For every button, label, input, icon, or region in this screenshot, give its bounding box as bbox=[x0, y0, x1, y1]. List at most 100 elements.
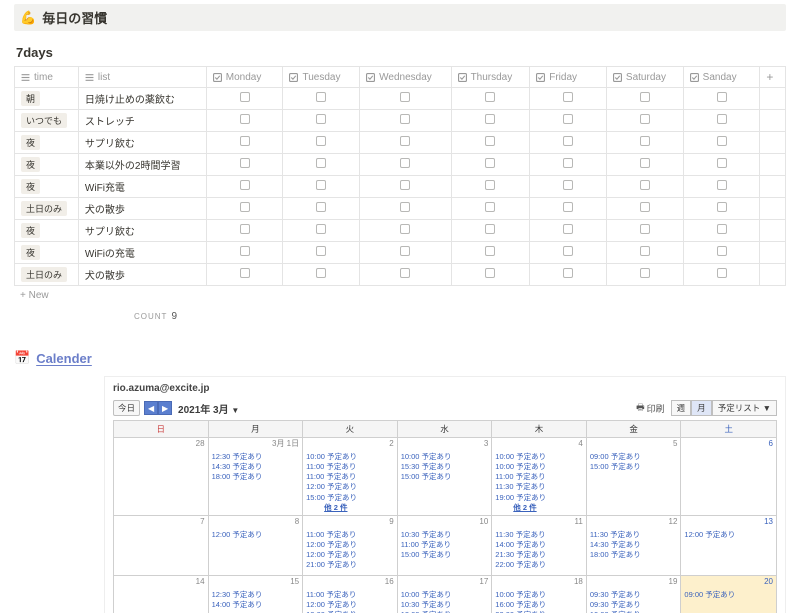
calendar-event[interactable]: 11:00 予定あり bbox=[401, 540, 489, 550]
tab-month[interactable]: 月 bbox=[691, 400, 712, 416]
checkbox[interactable] bbox=[563, 202, 573, 212]
checkbox[interactable] bbox=[640, 158, 650, 168]
calendar-event[interactable]: 14:30 予定あり bbox=[212, 462, 300, 472]
calendar-link[interactable]: Calender bbox=[36, 351, 92, 366]
checkbox[interactable] bbox=[400, 224, 410, 234]
tab-week[interactable]: 週 bbox=[671, 400, 692, 416]
calendar-event[interactable]: 21:00 予定あり bbox=[306, 560, 394, 570]
checkbox[interactable] bbox=[316, 114, 326, 124]
calendar-cell[interactable]: 1010:30 予定あり11:00 予定あり15:00 予定あり bbox=[398, 516, 493, 576]
checkbox[interactable] bbox=[485, 202, 495, 212]
checkbox[interactable] bbox=[717, 202, 727, 212]
checkbox[interactable] bbox=[240, 268, 250, 278]
add-column-button[interactable]: + bbox=[760, 67, 786, 88]
checkbox[interactable] bbox=[640, 114, 650, 124]
calendar-cell[interactable]: 210:00 予定あり11:00 予定あり11:00 予定あり12:00 予定あ… bbox=[303, 438, 398, 516]
calendar-cell[interactable]: 310:00 予定あり15:30 予定あり15:00 予定あり bbox=[398, 438, 493, 516]
calendar-cell[interactable]: 1312:00 予定あり bbox=[681, 516, 776, 576]
calendar-cell[interactable]: 1211:30 予定あり14:30 予定あり18:00 予定あり bbox=[587, 516, 682, 576]
more-events-link[interactable]: 他 2 件 bbox=[324, 503, 394, 513]
checkbox[interactable] bbox=[400, 180, 410, 190]
checkbox[interactable] bbox=[400, 136, 410, 146]
checkbox[interactable] bbox=[400, 158, 410, 168]
more-events-link[interactable]: 他 2 件 bbox=[513, 503, 583, 513]
calendar-cell[interactable]: 1111:30 予定あり14:00 予定あり21:30 予定あり22:00 予定… bbox=[492, 516, 587, 576]
calendar-cell[interactable]: 1710:00 予定あり10:30 予定あり12:00 予定あり15:00 予定… bbox=[398, 576, 493, 613]
calendar-event[interactable]: 21:30 予定あり bbox=[495, 550, 583, 560]
calendar-event[interactable]: 22:00 予定あり bbox=[495, 560, 583, 570]
checkbox[interactable] bbox=[240, 114, 250, 124]
checkbox[interactable] bbox=[316, 180, 326, 190]
calendar-cell[interactable]: 1810:00 予定あり16:00 予定あり22:00 予定あり bbox=[492, 576, 587, 613]
checkbox[interactable] bbox=[240, 158, 250, 168]
calendar-event[interactable]: 11:30 予定あり bbox=[495, 482, 583, 492]
calendar-cell[interactable]: 1611:00 予定あり12:00 予定あり12:00 予定あり15:30 予定… bbox=[303, 576, 398, 613]
calendar-event[interactable]: 10:30 予定あり bbox=[401, 600, 489, 610]
checkbox[interactable] bbox=[400, 202, 410, 212]
calendar-event[interactable]: 10:00 予定あり bbox=[401, 590, 489, 600]
table-row[interactable]: 夜本業以外の2時間学習 bbox=[15, 154, 786, 176]
checkbox[interactable] bbox=[640, 202, 650, 212]
calendar-cell[interactable]: 1909:30 予定あり09:30 予定あり10:00 予定あり10:00 予定… bbox=[587, 576, 682, 613]
calendar-cell[interactable]: 812:00 予定あり bbox=[209, 516, 304, 576]
tab-list[interactable]: 予定リスト ▼ bbox=[712, 400, 777, 416]
checkbox[interactable] bbox=[485, 114, 495, 124]
calendar-event[interactable]: 14:00 予定あり bbox=[212, 600, 300, 610]
checkbox[interactable] bbox=[400, 114, 410, 124]
new-row-button[interactable]: + New bbox=[14, 286, 786, 305]
calendar-event[interactable]: 12:00 予定あり bbox=[684, 530, 773, 540]
calendar-event[interactable]: 19:00 予定あり bbox=[495, 493, 583, 503]
calendar-event[interactable]: 15:30 予定あり bbox=[401, 462, 489, 472]
checkbox[interactable] bbox=[717, 180, 727, 190]
calendar-event[interactable]: 11:00 予定あり bbox=[495, 472, 583, 482]
checkbox[interactable] bbox=[563, 114, 573, 124]
checkbox[interactable] bbox=[563, 268, 573, 278]
table-row[interactable]: 朝日焼け止めの薬飲む bbox=[15, 88, 786, 110]
checkbox[interactable] bbox=[563, 92, 573, 102]
checkbox[interactable] bbox=[316, 136, 326, 146]
checkbox[interactable] bbox=[485, 246, 495, 256]
calendar-event[interactable]: 10:00 予定あり bbox=[495, 452, 583, 462]
calendar-event[interactable]: 11:30 予定あり bbox=[590, 530, 678, 540]
checkbox[interactable] bbox=[485, 136, 495, 146]
checkbox[interactable] bbox=[485, 158, 495, 168]
checkbox[interactable] bbox=[240, 202, 250, 212]
checkbox[interactable] bbox=[717, 114, 727, 124]
calendar-cell[interactable]: 2009:00 予定あり bbox=[681, 576, 776, 613]
calendar-event[interactable]: 09:00 予定あり bbox=[684, 590, 773, 600]
calendar-event[interactable]: 18:00 予定あり bbox=[212, 472, 300, 482]
checkbox[interactable] bbox=[563, 158, 573, 168]
checkbox[interactable] bbox=[316, 268, 326, 278]
checkbox[interactable] bbox=[316, 202, 326, 212]
checkbox[interactable] bbox=[400, 268, 410, 278]
calendar-event[interactable]: 10:00 予定あり bbox=[401, 452, 489, 462]
calendar-event[interactable]: 16:00 予定あり bbox=[495, 600, 583, 610]
calendar-event[interactable]: 12:30 予定あり bbox=[212, 590, 300, 600]
calendar-event[interactable]: 18:00 予定あり bbox=[590, 550, 678, 560]
checkbox[interactable] bbox=[640, 224, 650, 234]
checkbox[interactable] bbox=[316, 92, 326, 102]
calendar-event[interactable]: 15:00 予定あり bbox=[401, 550, 489, 560]
calendar-cell[interactable]: 14 bbox=[114, 576, 209, 613]
checkbox[interactable] bbox=[563, 246, 573, 256]
checkbox[interactable] bbox=[717, 224, 727, 234]
calendar-cell[interactable]: 3月 1日12:30 予定あり14:30 予定あり18:00 予定あり bbox=[209, 438, 304, 516]
calendar-cell[interactable]: 1512:30 予定あり14:00 予定あり bbox=[209, 576, 304, 613]
calendar-event[interactable]: 12:30 予定あり bbox=[212, 452, 300, 462]
checkbox[interactable] bbox=[563, 180, 573, 190]
calendar-event[interactable]: 11:30 予定あり bbox=[495, 530, 583, 540]
checkbox[interactable] bbox=[485, 268, 495, 278]
calendar-event[interactable]: 12:00 予定あり bbox=[306, 540, 394, 550]
table-row[interactable]: 夜WiFi充電 bbox=[15, 176, 786, 198]
calendar-event[interactable]: 15:00 予定あり bbox=[590, 462, 678, 472]
calendar-event[interactable]: 10:00 予定あり bbox=[495, 462, 583, 472]
table-row[interactable]: 夜WiFiの充電 bbox=[15, 242, 786, 264]
calendar-event[interactable]: 09:30 予定あり bbox=[590, 590, 678, 600]
calendar-event[interactable]: 10:00 予定あり bbox=[306, 452, 394, 462]
checkbox[interactable] bbox=[240, 92, 250, 102]
table-row[interactable]: いつでもストレッチ bbox=[15, 110, 786, 132]
checkbox[interactable] bbox=[563, 224, 573, 234]
calendar-event[interactable]: 12:00 予定あり bbox=[212, 530, 300, 540]
checkbox[interactable] bbox=[316, 158, 326, 168]
checkbox[interactable] bbox=[640, 136, 650, 146]
